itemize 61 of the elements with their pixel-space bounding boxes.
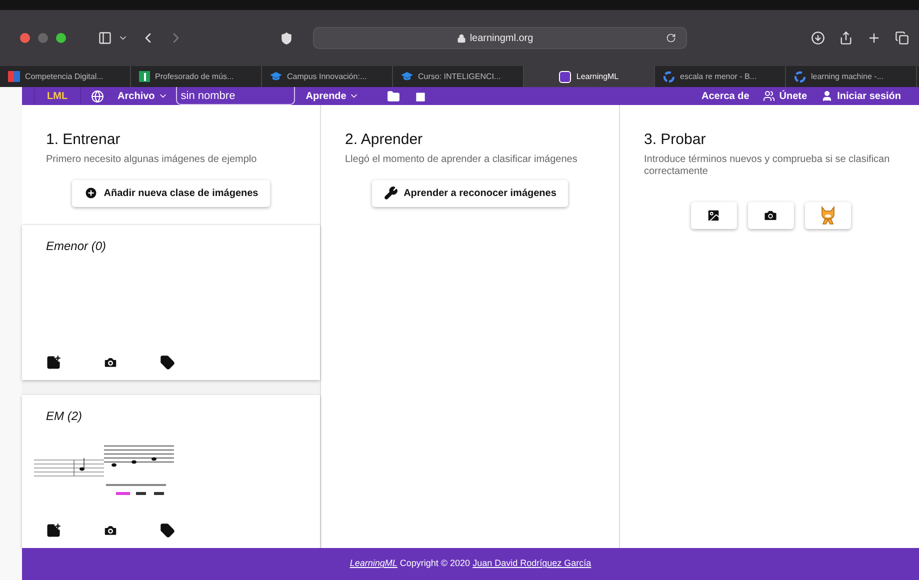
section-description: Primero necesito algunas imágenes de ejemplo: [46, 154, 258, 166]
learn-button[interactable]: Aprender a reconocer imágenes: [372, 180, 568, 206]
add-circle-icon: [84, 186, 98, 200]
lock-icon: [456, 34, 466, 42]
add-camera-icon[interactable]: [103, 523, 118, 538]
add-image-icon[interactable]: [46, 523, 61, 538]
tab-title: Campus Innovación:...: [287, 70, 367, 82]
copyright-text: LearningML Copyright © 2020 Juan David Rodríguez García: [350, 557, 592, 570]
users-icon: [763, 90, 776, 102]
class-name: EM (2): [46, 408, 83, 425]
tab-title: Curso: INTELIGENCI...: [418, 70, 501, 82]
person-icon: [821, 90, 834, 102]
class-name: Emenor (0): [46, 238, 108, 255]
new-tab-icon[interactable]: [867, 31, 881, 45]
app-logo-icon: [559, 70, 572, 82]
tab-title: escala re menor - B...: [680, 70, 756, 82]
test-input-button[interactable]: [748, 202, 794, 228]
reload-icon[interactable]: [666, 33, 676, 43]
test-input-button[interactable]: [690, 202, 736, 228]
add-class-button[interactable]: Añadir nueva clase de imágenes: [72, 180, 270, 206]
tab-title: learning machine -...: [811, 70, 884, 82]
graduation-cap-icon: [270, 72, 282, 82]
nav-link[interactable]: Únete: [763, 88, 808, 104]
section-title: 3. Probar: [644, 130, 707, 150]
tab-title: Competencia Digital...: [25, 70, 104, 82]
project-link[interactable]: LearningML: [350, 558, 398, 568]
tabs-overview-icon[interactable]: [895, 31, 909, 45]
delete-label-icon[interactable]: [160, 523, 175, 538]
folder-icon[interactable]: [387, 90, 400, 102]
zoom-window-icon[interactable]: [56, 33, 66, 43]
nav-link[interactable]: Acerca de: [701, 88, 750, 104]
section-title: 2. Aprender: [345, 130, 424, 150]
test-input-button[interactable]: [804, 202, 850, 228]
tab-title: LearningML: [576, 70, 619, 82]
download-icon[interactable]: [811, 31, 825, 45]
share-icon[interactable]: [839, 31, 853, 45]
image-icon: [706, 208, 721, 222]
close-window-icon[interactable]: [20, 33, 30, 43]
nav-link[interactable]: Iniciar sesión: [821, 88, 901, 104]
section-title: 1. Entrenar: [46, 130, 122, 150]
cross-icon: [139, 71, 150, 82]
browser-tab[interactable]: LearningML: [524, 66, 655, 87]
address-bar[interactable]: learningml.org: [313, 27, 687, 49]
delete-label-icon[interactable]: [160, 355, 175, 370]
graduation-cap-icon: [401, 72, 413, 82]
shield-icon[interactable]: [280, 32, 293, 44]
tab-title: Profesorado de mús...: [155, 70, 234, 82]
contact-card-icon[interactable]: [414, 90, 428, 102]
sidebar-icon[interactable]: [98, 31, 112, 45]
project-name-field[interactable]: sin nombre: [176, 87, 295, 105]
menu-button[interactable]: Archivo: [118, 88, 168, 104]
menu-button[interactable]: Aprende: [306, 88, 360, 104]
author-link[interactable]: Juan David Rodríguez García: [472, 558, 592, 568]
wrench-icon: [384, 186, 398, 200]
flag-icon: [8, 71, 20, 82]
language-icon[interactable]: [90, 90, 104, 102]
section-description: Llegó el momento de aprender a clasificar imágenes: [345, 154, 578, 166]
add-image-icon[interactable]: [46, 355, 61, 370]
add-camera-icon[interactable]: [103, 355, 118, 370]
url-text: learningml.org: [470, 32, 534, 46]
section-description: Introduce términos nuevos y comprueba si se clasifican correctamente: [644, 154, 891, 178]
